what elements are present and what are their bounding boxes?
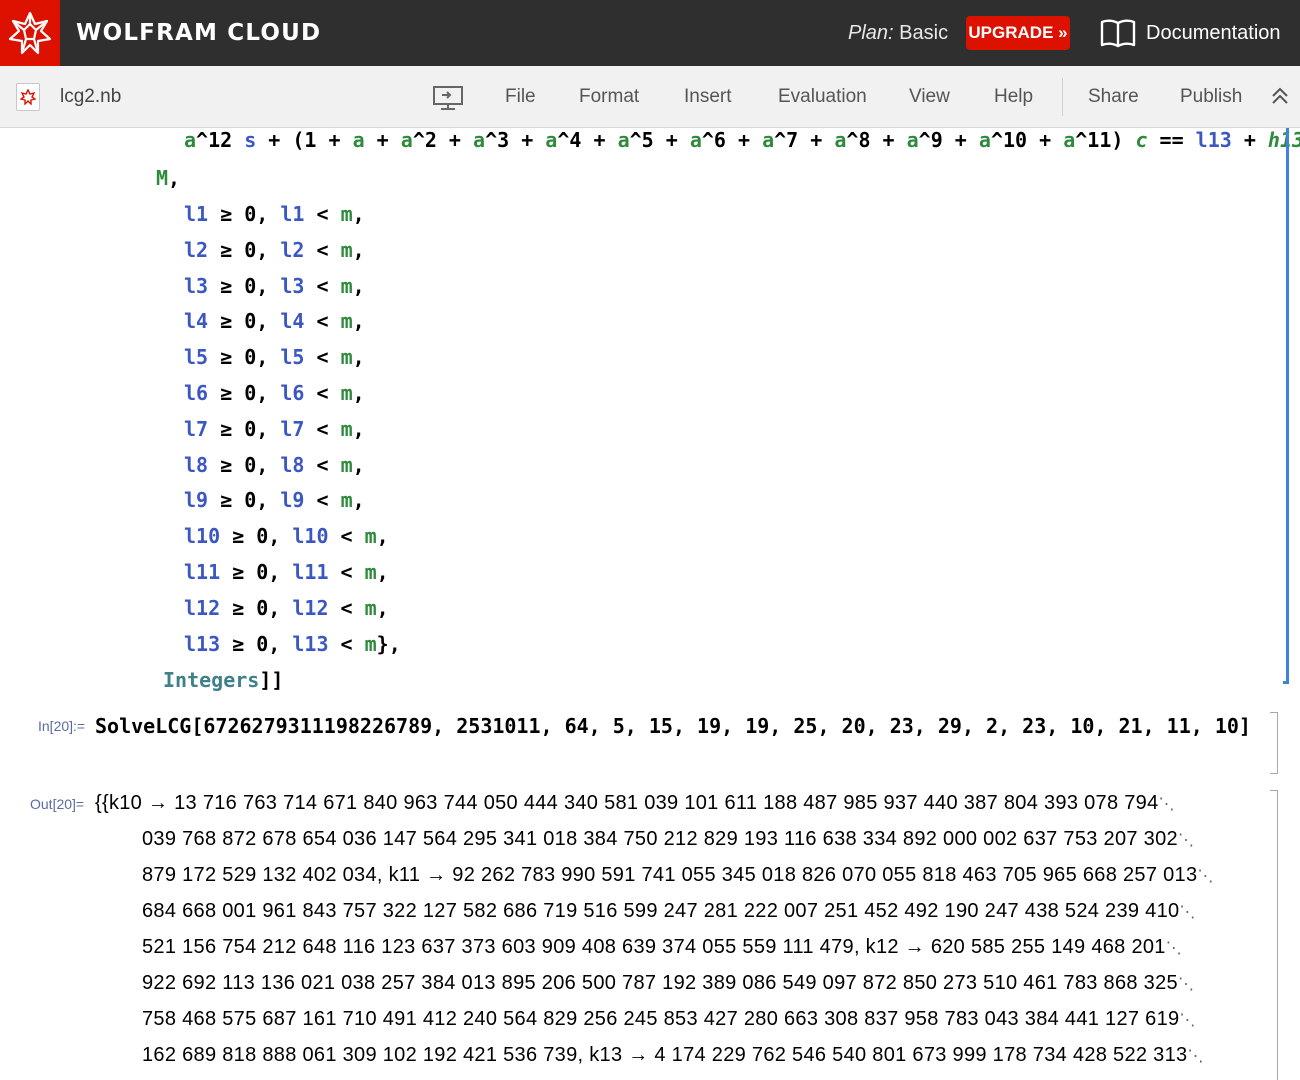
continuation-mark: ⋱ bbox=[1179, 1010, 1196, 1029]
continuation-mark: ⋱ bbox=[1177, 974, 1195, 993]
continuation-mark: ⋱ bbox=[1179, 902, 1196, 921]
output-line: {{k10 → 13 716 763 714 671 840 963 744 0… bbox=[95, 792, 1175, 814]
constraint-line: l9 ≥ 0, l9 < m, bbox=[184, 488, 365, 513]
top-bar: WOLFRAM CLOUD Plan: Basic UPGRADE » Docu… bbox=[0, 0, 1300, 66]
plan-label: Plan: bbox=[848, 22, 894, 44]
wolfram-logo[interactable] bbox=[0, 0, 60, 66]
cell-bracket-end bbox=[1283, 681, 1289, 684]
output-line: 039 768 872 678 654 036 147 564 295 341 … bbox=[142, 828, 1195, 850]
wolfram-spikey-icon bbox=[8, 11, 52, 55]
continuation-mark: ⋱ bbox=[1197, 866, 1214, 885]
menu-insert[interactable]: Insert bbox=[684, 66, 732, 128]
constraint-line: l5 ≥ 0, l5 < m, bbox=[184, 345, 365, 370]
output-line: 521 156 754 212 648 116 123 637 373 603 … bbox=[142, 936, 1182, 958]
constraint-line: l2 ≥ 0, l2 < m, bbox=[184, 237, 365, 262]
constraint-line: l1 ≥ 0, l1 < m, bbox=[184, 202, 365, 226]
constraint-line: l6 ≥ 0, l6 < m, bbox=[184, 381, 365, 405]
menu-view[interactable]: View bbox=[909, 66, 950, 128]
output-line: 162 689 818 888 061 309 102 192 421 536 … bbox=[142, 1044, 1204, 1066]
notebook-file-icon bbox=[16, 83, 40, 111]
constraint-line: l4 ≥ 0, l4 < m, bbox=[184, 309, 365, 334]
publish-button[interactable]: Publish bbox=[1180, 66, 1242, 128]
input-code[interactable]: SolveLCG[6726279311198226789, 2531011, 6… bbox=[95, 714, 1251, 738]
output-label: Out[20]= bbox=[30, 796, 85, 812]
plan-indicator: Plan: Basic bbox=[848, 0, 948, 66]
notebook-toolbar: lcg2.nb File Format Insert Evaluation Vi… bbox=[0, 66, 1300, 128]
input-cell-bracket[interactable] bbox=[1270, 712, 1278, 774]
documentation-link[interactable]: Documentation bbox=[1100, 0, 1281, 66]
constraint-line: l8 ≥ 0, l8 < m, bbox=[184, 452, 365, 477]
constraint-line: l3 ≥ 0, l3 < m, bbox=[184, 273, 365, 298]
output-line: 922 692 113 136 021 038 257 384 013 895 … bbox=[142, 972, 1195, 994]
equation-line: a^12 s + (1 + a + a^2 + a^3 + a^4 + a^5 … bbox=[184, 128, 1300, 152]
input-label: In[20]:= bbox=[38, 718, 86, 734]
continuation-mark: ⋱ bbox=[1158, 794, 1175, 813]
constraint-line: l12 ≥ 0, l12 < m, bbox=[184, 595, 389, 620]
upgrade-button[interactable]: UPGRADE » bbox=[966, 16, 1070, 50]
book-icon bbox=[1100, 19, 1136, 48]
output-line: 684 668 001 961 843 757 322 127 582 686 … bbox=[142, 900, 1196, 922]
equation-line-tail: M, bbox=[156, 166, 181, 190]
constraint-line: l7 ≥ 0, l7 < m, bbox=[184, 416, 365, 441]
presenter-mode-icon[interactable] bbox=[432, 84, 464, 115]
menu-format[interactable]: Format bbox=[579, 66, 639, 128]
documentation-label: Documentation bbox=[1146, 21, 1281, 44]
menu-help[interactable]: Help bbox=[994, 66, 1033, 128]
menu-file[interactable]: File bbox=[505, 66, 536, 128]
constraint-line: l10 ≥ 0, l10 < m, bbox=[184, 524, 389, 549]
toolbar-divider bbox=[1062, 78, 1063, 116]
output-line: 879 172 529 132 402 034, k11 → 92 262 78… bbox=[142, 864, 1214, 886]
constraint-line: l13 ≥ 0, l13 < m}, bbox=[184, 631, 401, 656]
share-button[interactable]: Share bbox=[1088, 66, 1139, 128]
constraint-line: l11 ≥ 0, l11 < m, bbox=[184, 560, 389, 584]
integers-domain: Integers]] bbox=[163, 668, 284, 692]
output-line: 758 468 575 687 161 710 491 412 240 564 … bbox=[142, 1008, 1196, 1030]
menu-evaluation[interactable]: Evaluation bbox=[778, 66, 867, 128]
continuation-mark: ⋱ bbox=[1177, 830, 1195, 849]
output-cell-bracket[interactable] bbox=[1270, 790, 1278, 1080]
collapse-toolbar-icon[interactable] bbox=[1270, 85, 1290, 112]
notebook-content: a^12 s + (1 + a + a^2 + a^3 + a^4 + a^5 … bbox=[0, 128, 1300, 1080]
continuation-mark: ⋱ bbox=[1165, 938, 1182, 957]
notebook-name[interactable]: lcg2.nb bbox=[60, 66, 121, 128]
plan-value: Basic bbox=[899, 22, 949, 44]
continuation-mark: ⋱ bbox=[1187, 1046, 1204, 1065]
brand-title: WOLFRAM CLOUD bbox=[76, 20, 322, 46]
cell-bracket[interactable] bbox=[1286, 128, 1289, 684]
